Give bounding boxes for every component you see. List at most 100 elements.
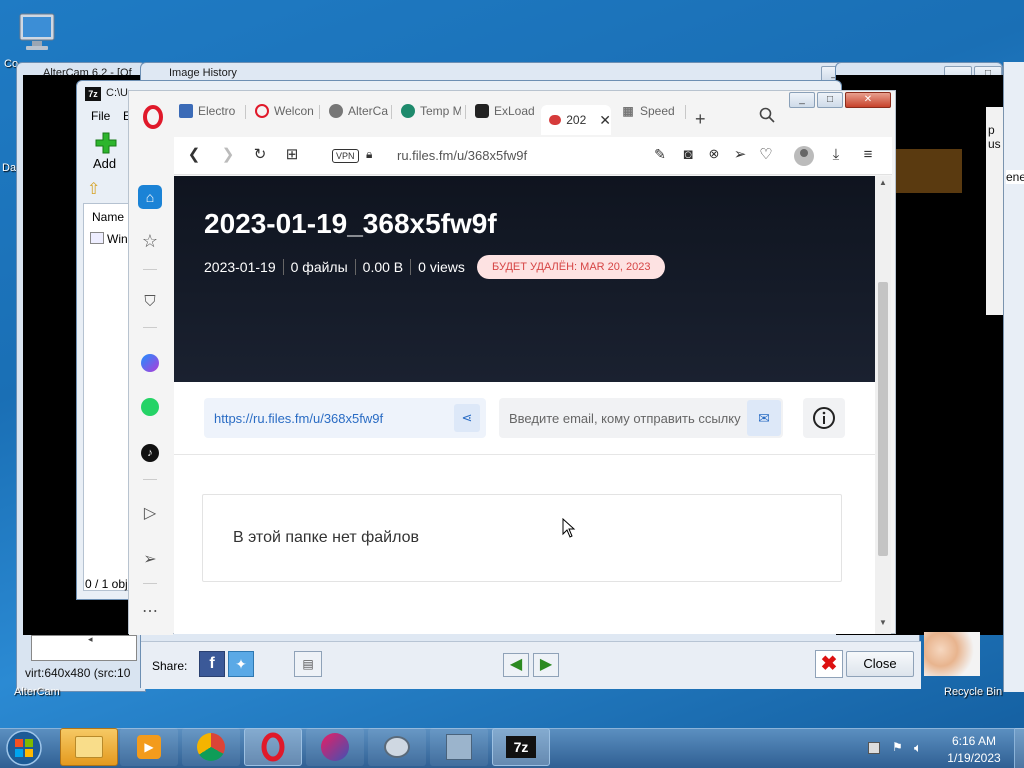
scroll-thumb[interactable] — [878, 282, 888, 556]
taskbar-opera[interactable] — [244, 728, 302, 766]
tray-clock-date[interactable]: 1/19/2023 — [944, 751, 1004, 765]
tray-network-icon[interactable] — [868, 742, 880, 754]
tab-5-active[interactable]: 202 ✕ — [541, 105, 611, 135]
opera-menu-button[interactable] — [141, 105, 165, 129]
tab-3-icon — [401, 104, 415, 118]
twitter-share-button[interactable]: ✦ — [228, 651, 254, 677]
taskbar-media-player[interactable]: ▶ — [120, 728, 178, 766]
easy-setup-button[interactable]: ≡ — [858, 144, 878, 164]
7zip-app-icon: 7z — [85, 87, 101, 101]
tray-flag-icon[interactable]: ⚑ — [892, 740, 906, 754]
email-send-box[interactable]: Введите email, кому отправить ссылку ✉ — [499, 398, 783, 438]
sidebar-flow-button[interactable]: ➢ — [138, 547, 162, 571]
close-button[interactable]: Close — [846, 651, 914, 677]
tab-6[interactable]: ▦ Speed — [615, 99, 681, 123]
new-tab-button[interactable]: + — [695, 109, 706, 130]
opera-icon — [261, 732, 285, 762]
tab-0[interactable]: Electro — [173, 99, 243, 123]
sidebar-speed-dial-button[interactable]: ☆ — [138, 229, 162, 253]
taskbar-explorer[interactable] — [60, 728, 118, 766]
tab-1[interactable]: Welcon — [249, 99, 317, 123]
opera-maximize-button[interactable]: □ — [817, 92, 843, 108]
7zip-file-row[interactable]: Win — [90, 232, 128, 246]
webcam-icon — [384, 736, 410, 758]
altercam-preview-strip — [31, 635, 137, 661]
delete-image-button[interactable]: ✖ — [815, 650, 843, 678]
computer-desktop-icon[interactable] — [16, 10, 60, 54]
start-button[interactable] — [4, 728, 48, 768]
content-divider — [174, 454, 875, 455]
save-image-button[interactable]: ▤ — [294, 651, 322, 677]
tab-1-icon — [255, 104, 269, 118]
scroll-down-arrow[interactable]: ▼ — [879, 618, 887, 627]
share-link-url[interactable]: https://ru.files.fm/u/368x5fw9f — [214, 411, 383, 426]
taskbar-chrome[interactable] — [182, 728, 240, 766]
opera-browser-window[interactable]: _ □ ✕ Electro Welcon AlterCa Temp M ExLo… — [128, 90, 896, 635]
sidebar-more-button[interactable]: ⋯ — [138, 599, 162, 623]
reload-button[interactable]: ↻ — [250, 144, 270, 164]
empty-folder-panel: В этой папке нет файлов — [202, 494, 842, 582]
sidebar-messenger-button[interactable] — [138, 351, 162, 375]
sidebar-home-button[interactable]: ⌂ — [138, 185, 162, 209]
next-image-button[interactable]: ▶ — [533, 653, 559, 677]
tab-search-button[interactable] — [759, 107, 775, 123]
meta-size: 0.00 B — [362, 259, 404, 275]
share-link-box[interactable]: https://ru.files.fm/u/368x5fw9f ⋖ — [204, 398, 486, 438]
whatsapp-icon — [141, 398, 159, 416]
vpn-badge[interactable]: VPN — [332, 149, 359, 163]
show-desktop-button[interactable] — [1014, 728, 1024, 768]
send-button[interactable]: ➢ — [730, 144, 750, 164]
meta-views: 0 views — [418, 259, 465, 275]
7zip-scroll-left[interactable]: ◂ — [88, 634, 93, 645]
edit-button[interactable]: ✎ — [650, 144, 670, 164]
share-link-button[interactable]: ⋖ — [454, 404, 480, 432]
taskbar-altercam[interactable] — [368, 728, 426, 766]
tab-4-icon — [475, 104, 489, 118]
sidebar-player-button[interactable]: ▷ — [138, 501, 162, 525]
delete-date-badge: БУДЕТ УДАЛЁН: MAR 20, 2023 — [477, 255, 666, 279]
right-partial-text-1: p us — [988, 123, 1001, 151]
taskbar-7zip[interactable]: 7z — [492, 728, 550, 766]
sidebar-shopping-button[interactable]: ⛉ — [138, 289, 162, 313]
adblock-button[interactable]: ⊗ — [704, 144, 724, 164]
tab-1-label: Welcon — [274, 104, 314, 118]
email-input[interactable]: Введите email, кому отправить ссылку — [509, 411, 745, 426]
opera-minimize-button[interactable]: _ — [789, 92, 815, 108]
7zip-up-folder-button[interactable]: ⇧ — [87, 179, 107, 199]
previous-image-button[interactable]: ◀ — [503, 653, 529, 677]
profile-button[interactable] — [794, 146, 814, 166]
facebook-icon: f — [209, 655, 215, 672]
page-scrollbar[interactable]: ▲ ▼ — [875, 176, 891, 634]
info-button[interactable] — [803, 398, 845, 438]
forward-button[interactable]: ❯ — [218, 144, 238, 164]
back-button[interactable]: ❮ — [184, 144, 204, 164]
sidebar-tiktok-button[interactable]: ♪ — [138, 441, 162, 465]
page-viewport: 2023-01-19_368x5fw9f 2023-01-19 0 файлы … — [174, 176, 875, 634]
downloads-button[interactable]: ⤓ — [826, 144, 846, 164]
tray-clock-time[interactable]: 6:16 AM — [948, 734, 1000, 748]
tab-4[interactable]: ExLoad — [469, 99, 535, 123]
tabs-grid-button[interactable]: ⊞ — [282, 144, 302, 164]
far-right-window[interactable]: enes — [1003, 62, 1024, 692]
scroll-up-arrow[interactable]: ▲ — [879, 178, 887, 187]
taskbar-app-5[interactable] — [306, 728, 364, 766]
tab-close-icon[interactable]: ✕ — [599, 112, 611, 129]
facebook-share-button[interactable]: f — [199, 651, 225, 677]
send-icon: ➢ — [143, 551, 157, 568]
play-circle-icon: ▷ — [143, 505, 157, 522]
tab-2[interactable]: AlterCa — [323, 99, 389, 123]
7zip-column-name[interactable]: Name — [92, 210, 124, 224]
right-window-orange-button[interactable] — [896, 149, 962, 193]
tab-3[interactable]: Temp M — [395, 99, 461, 123]
opera-close-button[interactable]: ✕ — [845, 92, 891, 108]
7zip-menu-file[interactable]: File — [91, 109, 110, 123]
snapshot-button[interactable]: ◙ — [678, 144, 698, 164]
bookmark-button[interactable]: ♡ — [756, 144, 776, 164]
url-field[interactable]: ru.files.fm/u/368x5fw9f — [397, 148, 527, 163]
save-icon: ▤ — [302, 657, 314, 671]
send-email-button[interactable]: ✉ — [747, 400, 781, 436]
opera-logo-icon — [143, 105, 163, 129]
tray-volume-icon[interactable]: 🔈︎ — [914, 740, 922, 756]
sidebar-whatsapp-button[interactable] — [138, 395, 162, 419]
taskbar-network-app[interactable] — [430, 728, 488, 766]
